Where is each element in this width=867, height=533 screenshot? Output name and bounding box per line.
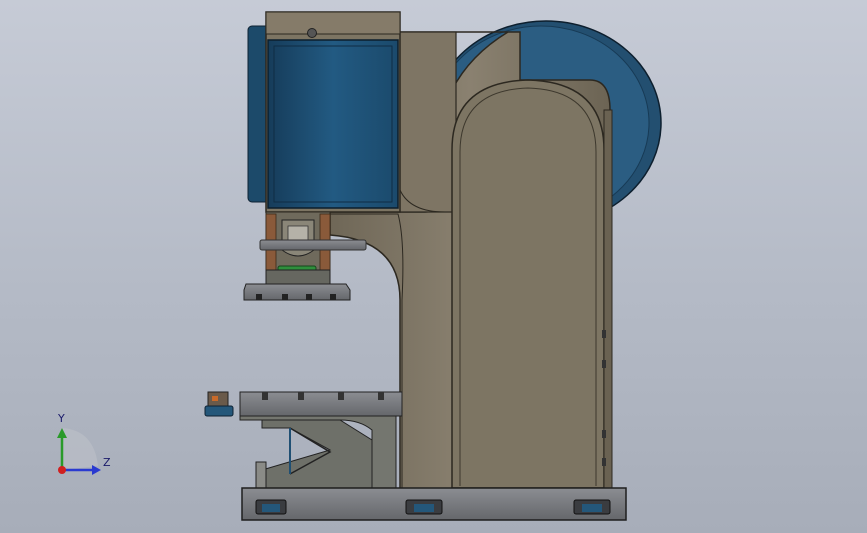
motor-housing: [247, 11, 401, 213]
work-table: [204, 391, 403, 489]
cad-viewport[interactable]: Y Z: [0, 0, 867, 533]
orientation-triad: Y Z: [40, 408, 130, 488]
triad-y-label: Y: [58, 412, 65, 425]
press-model[interactable]: [0, 0, 867, 533]
triad-axes: [57, 428, 101, 475]
press-base: [241, 487, 627, 521]
triad-z-label: Z: [103, 456, 111, 469]
